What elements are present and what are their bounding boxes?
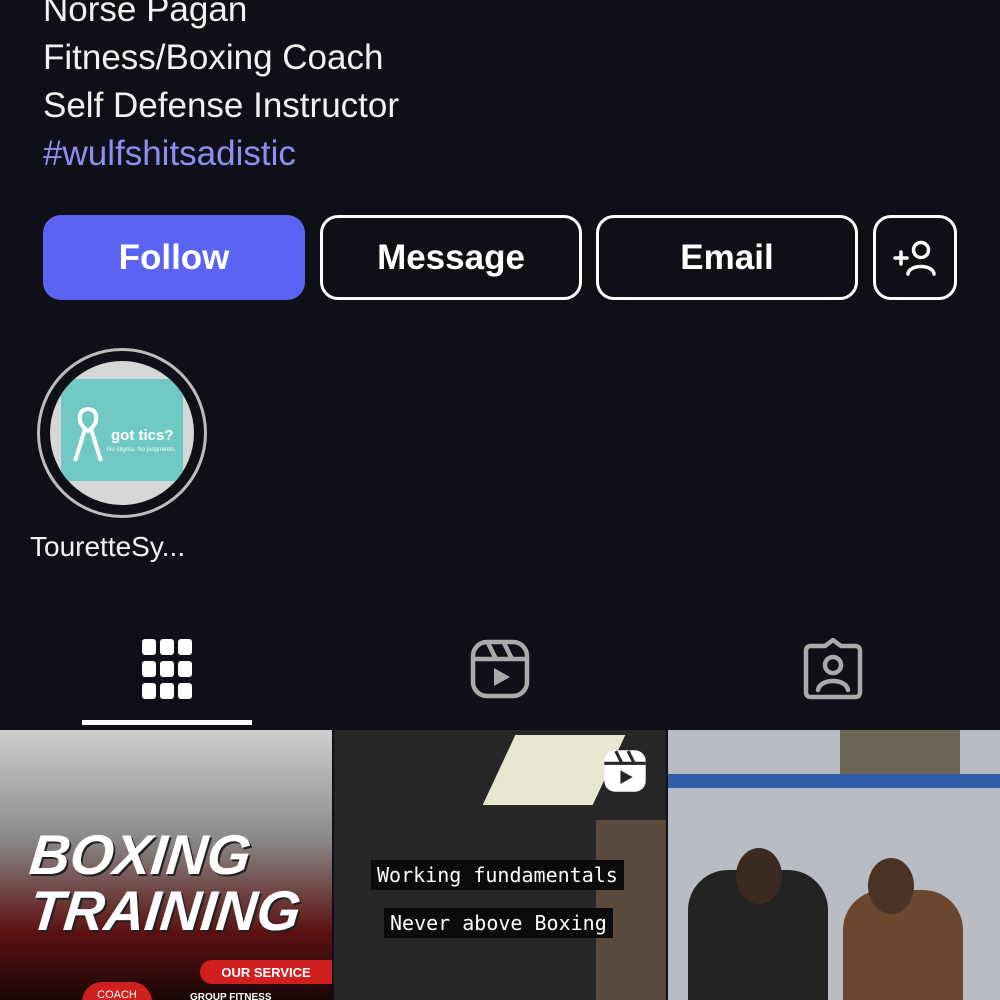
profile-bio: Norse Pagan Fitness/Boxing Coach Self De…	[43, 0, 399, 178]
tab-reels[interactable]	[415, 610, 585, 728]
highlight-cover: got tics? No stigma. No judgments.	[50, 361, 194, 505]
profile-actions: Follow Message Email	[43, 215, 957, 300]
grid-icon	[142, 639, 192, 699]
active-tab-indicator	[82, 720, 252, 725]
post-overlay-title: TRAINING	[26, 879, 304, 942]
message-button[interactable]: Message	[320, 215, 582, 300]
highlight-cover-headline: got tics?	[111, 427, 174, 444]
reel-badge	[602, 748, 648, 799]
highlight-cover-card: got tics? No stigma. No judgments.	[61, 379, 183, 481]
reel-thumbnail[interactable]: Working fundamentals Never above Boxing	[334, 730, 666, 1000]
bio-line: Self Defense Instructor	[43, 86, 399, 125]
bio-line: Norse Pagan	[43, 0, 248, 29]
tab-tagged[interactable]	[748, 610, 918, 728]
person-head	[736, 848, 782, 904]
email-button[interactable]: Email	[596, 215, 858, 300]
awareness-ribbon-icon	[73, 406, 103, 462]
reels-icon	[470, 639, 530, 699]
highlight-cover-subtext: No stigma. No judgments.	[107, 447, 177, 453]
person-head	[868, 858, 914, 914]
post-overlay-group-label: GROUP FITNESS	[190, 992, 272, 1000]
tagged-person-icon	[803, 638, 863, 700]
blue-rail	[668, 774, 1000, 788]
post-thumbnail[interactable]	[668, 730, 1000, 1000]
post-overlay-coach-label: COACH	[82, 982, 152, 1000]
posts-grid: BOXING TRAINING OUR SERVICE COACH GROUP …	[0, 730, 1000, 1000]
post-overlay-service-label: OUR SERVICE	[200, 960, 332, 984]
bio-line: Fitness/Boxing Coach	[43, 38, 384, 77]
reel-caption: Never above Boxing	[384, 908, 613, 938]
reel-caption: Working fundamentals	[371, 860, 624, 890]
profile-tabs	[0, 610, 1000, 728]
bio-hashtag-link[interactable]: #wulfshitsadistic	[43, 130, 399, 178]
highlight-label: TouretteSy...	[30, 531, 186, 562]
tab-posts-grid[interactable]	[82, 610, 252, 728]
reels-icon	[604, 750, 646, 792]
suggested-users-button[interactable]	[873, 215, 957, 300]
follow-button[interactable]: Follow	[43, 215, 305, 300]
post-thumbnail[interactable]: BOXING TRAINING OUR SERVICE COACH GROUP …	[0, 730, 332, 1000]
add-person-icon	[893, 240, 936, 276]
wall-picture	[840, 730, 960, 774]
